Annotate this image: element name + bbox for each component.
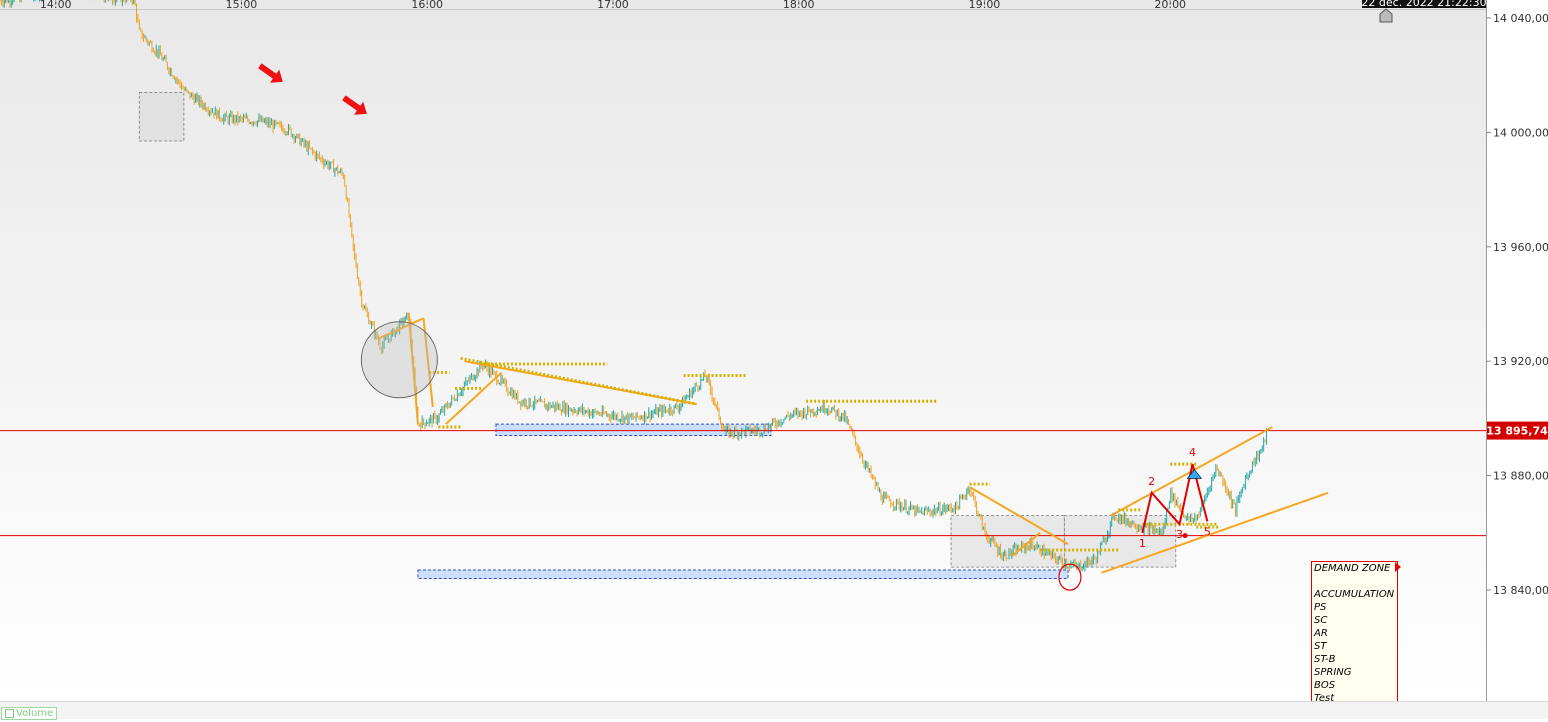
support-dot [1182, 533, 1188, 539]
x-tick-label: 15:00 [226, 0, 258, 11]
x-tick-label: 16:00 [411, 0, 443, 11]
x-tick-label: 14:00 [40, 0, 72, 11]
volume-toggle[interactable]: Volume [1, 707, 58, 720]
wave-label: 2 [1148, 475, 1155, 488]
x-tick-label: 18:00 [783, 0, 815, 11]
legend-item: ACCUMULATION [1314, 589, 1395, 600]
legend-item: SPRING [1314, 667, 1352, 678]
wave-label: 4 [1189, 446, 1196, 459]
y-tick-label: 14 040,00 [1493, 12, 1548, 25]
timestamp-label: 22 déc. 2022 21:22:30 [1361, 0, 1486, 9]
range-box[interactable] [950, 515, 1065, 568]
legend-flag-icon [1395, 562, 1401, 572]
blue-zone[interactable] [417, 569, 1069, 580]
y-tick-label: 13 840,00 [1493, 584, 1548, 597]
legend-item: PS [1314, 602, 1327, 613]
wave-label: 5 [1204, 525, 1211, 538]
y-tick-label: 13 880,00 [1493, 470, 1548, 483]
y-tick-label: 13 920,00 [1493, 355, 1548, 368]
legend-item: BOS [1314, 680, 1336, 691]
legend-item [1314, 575, 1397, 588]
x-tick-label: 19:00 [969, 0, 1001, 11]
legend-item: AR [1314, 628, 1328, 639]
bottom-bar [0, 701, 1548, 719]
highlight-circle[interactable] [360, 321, 438, 399]
wyckoff-legend: DEMAND ZONE ACCUMULATION PS SC AR ST ST-B SPRI… [1311, 561, 1398, 703]
y-tick-label: 13 960,00 [1493, 241, 1548, 254]
legend-item: ST-B [1314, 654, 1336, 665]
price-chart[interactable]: 1 2 3 4 5 14:00 15:00 16:00 17:00 18:00 19:00 20:0… [0, 0, 1548, 718]
legend-item: ST [1314, 641, 1327, 652]
x-tick-label: 20:00 [1154, 0, 1186, 11]
last-price-label: 13 895,74 [1486, 425, 1548, 438]
checkbox-icon[interactable] [5, 709, 14, 718]
wave-label: 3 [1176, 528, 1183, 541]
legend-item: DEMAND ZONE [1314, 563, 1391, 574]
wave-label: 1 [1139, 537, 1146, 550]
range-box[interactable] [138, 91, 185, 142]
plot-background [0, 0, 1486, 701]
x-tick-label: 17:00 [597, 0, 629, 11]
legend-item: SC [1314, 615, 1328, 626]
volume-label: Volume [16, 708, 54, 719]
y-tick-label: 14 000,00 [1493, 126, 1548, 139]
blue-zone[interactable] [495, 423, 772, 437]
